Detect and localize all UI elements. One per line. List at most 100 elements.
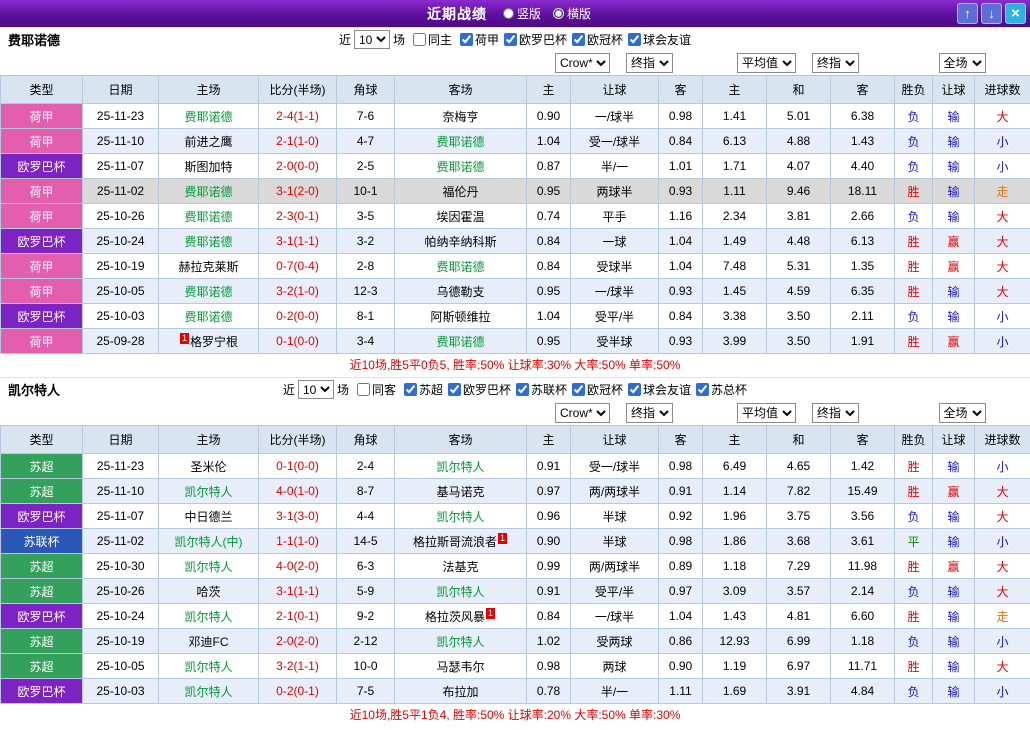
away-team-link[interactable]: 凯尔特人 [436,635,484,649]
score-cell[interactable]: 3-1(3-0) [259,504,337,529]
league-type-badge[interactable]: 欧罗巴杯 [1,679,83,704]
asia-odds-source-select[interactable]: Crow* [555,53,610,73]
home-team-link[interactable]: 凯尔特人 [184,660,232,674]
euro-odds-source-select[interactable]: 平均值 [737,403,796,423]
home-team-link[interactable]: 费耶诺德 [184,185,232,199]
same-venue-checkbox-input[interactable] [413,33,426,46]
home-team-link[interactable]: 凯尔特人 [184,560,232,574]
league-type-badge[interactable]: 荷甲 [1,279,83,304]
competition-filter[interactable]: 欧罗巴杯 [504,31,567,48]
competition-filter[interactable]: 球会友谊 [628,31,691,48]
competition-filter[interactable]: 球会友谊 [628,381,691,398]
competition-checkbox-input[interactable] [404,383,417,396]
same-venue-checkbox[interactable]: 同客 [357,381,396,398]
close-button[interactable]: × [1005,3,1026,24]
league-type-badge[interactable]: 苏超 [1,654,83,679]
home-team-link[interactable]: 斯图加特 [184,160,232,174]
competition-checkbox-input[interactable] [696,383,709,396]
away-team-link[interactable]: 福伦丹 [442,185,478,199]
asia-odds-time-select[interactable]: 终指 [626,403,673,423]
score-cell[interactable]: 3-1(2-0) [259,179,337,204]
competition-filter[interactable]: 荷甲 [460,31,499,48]
home-team-link[interactable]: 邓迪FC [189,635,229,649]
home-team-link[interactable]: 凯尔特人(中) [175,535,243,549]
league-type-badge[interactable]: 荷甲 [1,104,83,129]
away-team-link[interactable]: 基马诺克 [436,485,484,499]
euro-odds-time-select[interactable]: 终指 [812,53,859,73]
away-team-link[interactable]: 奈梅亨 [442,110,478,124]
asia-odds-time-select[interactable]: 终指 [626,53,673,73]
competition-filter[interactable]: 欧冠杯 [572,381,623,398]
league-type-badge[interactable]: 苏超 [1,629,83,654]
score-cell[interactable]: 2-1(0-1) [259,604,337,629]
away-team-link[interactable]: 费耶诺德 [436,135,484,149]
away-team-link[interactable]: 马瑟韦尔 [436,660,484,674]
score-cell[interactable]: 3-1(1-1) [259,229,337,254]
away-team-link[interactable]: 帕纳辛纳科斯 [424,235,496,249]
score-cell[interactable]: 0-1(0-0) [259,454,337,479]
league-type-badge[interactable]: 苏联杯 [1,529,83,554]
league-type-badge[interactable]: 荷甲 [1,204,83,229]
asia-odds-source-select[interactable]: Crow* [555,403,610,423]
league-type-badge[interactable]: 苏超 [1,554,83,579]
away-team-link[interactable]: 凯尔特人 [436,510,484,524]
league-type-badge[interactable]: 欧罗巴杯 [1,504,83,529]
away-team-link[interactable]: 布拉加 [442,685,478,699]
away-team-link[interactable]: 阿斯顿维拉 [430,310,490,324]
score-cell[interactable]: 2-0(2-0) [259,629,337,654]
home-team-link[interactable]: 前进之鹰 [184,135,232,149]
home-team-link[interactable]: 费耶诺德 [184,235,232,249]
vertical-radio-input[interactable] [503,8,514,19]
league-type-badge[interactable]: 荷甲 [1,129,83,154]
same-venue-checkbox[interactable]: 同主 [413,31,452,48]
competition-checkbox-input[interactable] [460,33,473,46]
home-team-link[interactable]: 凯尔特人 [184,610,232,624]
league-type-badge[interactable]: 荷甲 [1,179,83,204]
competition-checkbox-input[interactable] [504,33,517,46]
score-cell[interactable]: 0-2(0-0) [259,304,337,329]
competition-filter[interactable]: 苏超 [404,381,443,398]
away-team-link[interactable]: 埃因霍温 [436,210,484,224]
home-team-link[interactable]: 中日德兰 [184,510,232,524]
league-type-badge[interactable]: 欧罗巴杯 [1,304,83,329]
score-cell[interactable]: 3-2(1-0) [259,279,337,304]
league-type-badge[interactable]: 荷甲 [1,329,83,354]
euro-odds-time-select[interactable]: 终指 [812,403,859,423]
score-cell[interactable]: 2-4(1-1) [259,104,337,129]
home-team-link[interactable]: 赫拉克莱斯 [178,260,238,274]
home-team-link[interactable]: 费耶诺德 [184,310,232,324]
competition-filter[interactable]: 欧罗巴杯 [448,381,511,398]
away-team-link[interactable]: 费耶诺德 [436,335,484,349]
away-team-link[interactable]: 费耶诺德 [436,160,484,174]
competition-checkbox-input[interactable] [572,33,585,46]
league-type-badge[interactable]: 欧罗巴杯 [1,604,83,629]
league-type-badge[interactable]: 苏超 [1,479,83,504]
league-type-badge[interactable]: 荷甲 [1,254,83,279]
euro-odds-source-select[interactable]: 平均值 [737,53,796,73]
layout-radio-horizontal[interactable]: 横版 [553,5,591,22]
horizontal-radio-input[interactable] [553,8,564,19]
competition-checkbox-input[interactable] [628,33,641,46]
layout-radio-vertical[interactable]: 竖版 [503,5,541,22]
score-cell[interactable]: 0-2(0-1) [259,679,337,704]
score-cell[interactable]: 2-3(0-1) [259,204,337,229]
away-team-link[interactable]: 法基克 [442,560,478,574]
away-team-link[interactable]: 费耶诺德 [436,260,484,274]
scope-select[interactable]: 全场 [939,53,986,73]
score-cell[interactable]: 0-1(0-0) [259,329,337,354]
away-team-link[interactable]: 格拉斯哥流浪者 [413,535,497,549]
same-venue-checkbox-input[interactable] [357,383,370,396]
away-team-link[interactable]: 格拉茨风暴 [425,610,485,624]
away-team-link[interactable]: 凯尔特人 [436,585,484,599]
away-team-link[interactable]: 凯尔特人 [436,460,484,474]
home-team-link[interactable]: 哈茨 [196,585,220,599]
home-team-link[interactable]: 费耶诺德 [184,210,232,224]
competition-checkbox-input[interactable] [572,383,585,396]
score-cell[interactable]: 2-0(0-0) [259,154,337,179]
home-team-link[interactable]: 费耶诺德 [184,285,232,299]
home-team-link[interactable]: 格罗宁根 [190,335,238,349]
score-cell[interactable]: 4-0(2-0) [259,554,337,579]
score-cell[interactable]: 3-1(1-1) [259,579,337,604]
competition-filter[interactable]: 苏总杯 [696,381,747,398]
score-cell[interactable]: 3-2(1-1) [259,654,337,679]
